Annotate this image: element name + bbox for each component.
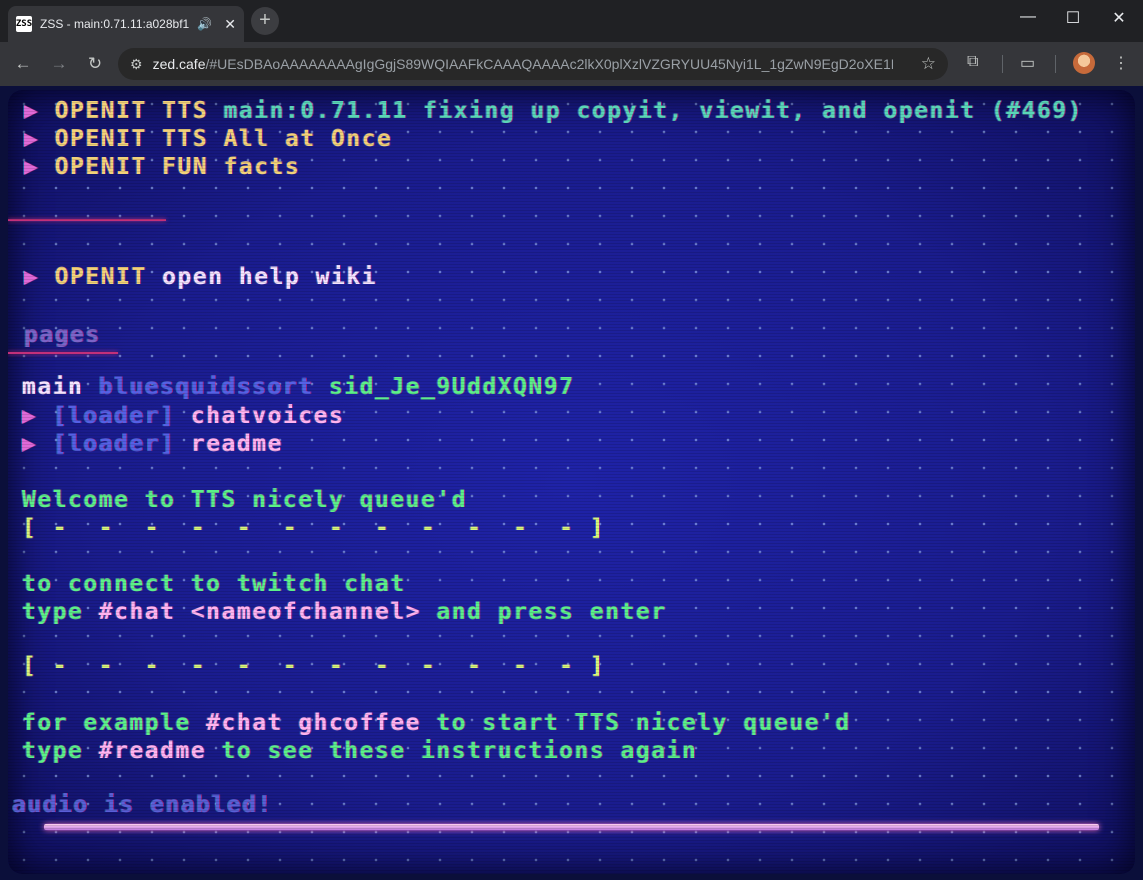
- toolbar-divider: [1002, 55, 1003, 73]
- progress-divider: [ - - - - - - - - - - - - ]: [22, 515, 606, 541]
- site-settings-icon[interactable]: ⚙: [130, 56, 143, 73]
- pages-heading: pages: [24, 322, 101, 348]
- openit-line[interactable]: ▶ OPENIT TTS main:0.71.11 fixing up copy…: [24, 98, 1083, 124]
- menu-kebab-icon[interactable]: ⋮: [1113, 53, 1129, 73]
- page-viewport: ▶ OPENIT TTS main:0.71.11 fixing up copy…: [0, 86, 1143, 880]
- close-tab-icon[interactable]: ✕: [224, 16, 236, 33]
- openit-line[interactable]: ▶ OPENIT TTS All at Once: [24, 126, 392, 152]
- help-wiki-link[interactable]: ▶ OPENIT open help wiki: [24, 264, 377, 290]
- section-divider: [8, 352, 118, 354]
- profile-avatar[interactable]: [1073, 52, 1095, 74]
- command-input-bar[interactable]: [44, 824, 1099, 830]
- back-arrow-icon[interactable]: ←: [10, 51, 36, 77]
- minimize-icon[interactable]: —: [1013, 8, 1043, 26]
- forward-arrow-icon[interactable]: →: [46, 51, 72, 77]
- tab-title: ZSS - main:0.71.11:a028bf1: [40, 17, 190, 31]
- loader-item-chatvoices[interactable]: ▶ [loader] chatvoices: [22, 403, 344, 429]
- url-text[interactable]: zed.cafe/#UEsDBAoAAAAAAAAgIgGgjS89WQIAAF…: [153, 56, 893, 72]
- connect-instructions: to connect to twitch chat: [22, 571, 406, 597]
- section-divider: [8, 219, 166, 221]
- reload-icon[interactable]: ↻: [82, 51, 108, 77]
- bookmark-star-icon[interactable]: ☆: [921, 54, 936, 74]
- connect-command-line: type #chat <nameofchannel> and press ent…: [22, 599, 667, 625]
- toolbar-divider: [1055, 55, 1056, 73]
- loader-item-readme[interactable]: ▶ [loader] readme: [22, 431, 283, 457]
- readme-line: type #readme to see these instructions a…: [22, 738, 698, 764]
- extensions-puzzle-icon[interactable]: ⧉: [967, 53, 978, 71]
- close-window-icon[interactable]: ✕: [1104, 8, 1134, 28]
- site-favicon-icon: ZSS: [16, 16, 32, 32]
- browser-tab[interactable]: ZSS ZSS - main:0.71.11:a028bf1 🔊 ✕: [8, 6, 244, 42]
- new-tab-button[interactable]: +: [251, 7, 279, 35]
- cast-media-icon[interactable]: ▭: [1020, 53, 1035, 73]
- openit-line[interactable]: ▶ OPENIT FUN facts: [24, 154, 300, 180]
- crt-terminal: ▶ OPENIT TTS main:0.71.11 fixing up copy…: [8, 90, 1135, 874]
- main-session-line: main bluesquidssort sid_Je_9UddXQN97: [22, 374, 575, 400]
- browser-titlebar: ZSS ZSS - main:0.71.11:a028bf1 🔊 ✕ + — ☐…: [0, 0, 1143, 42]
- audio-playing-icon[interactable]: 🔊: [197, 17, 212, 31]
- welcome-text: Welcome to TTS nicely queue'd: [22, 487, 468, 513]
- address-bar[interactable]: ⚙ zed.cafe/#UEsDBAoAAAAAAAAgIgGgjS89WQIA…: [118, 48, 948, 80]
- progress-divider: [ - - - - - - - - - - - - ]: [22, 653, 606, 679]
- maximize-icon[interactable]: ☐: [1058, 8, 1088, 28]
- audio-status: audio is enabled!: [12, 792, 273, 818]
- example-line: for example #chat ghcoffee to start TTS …: [22, 710, 851, 736]
- browser-toolbar: ← → ↻ ⚙ zed.cafe/#UEsDBAoAAAAAAAAgIgGgjS…: [0, 42, 1143, 86]
